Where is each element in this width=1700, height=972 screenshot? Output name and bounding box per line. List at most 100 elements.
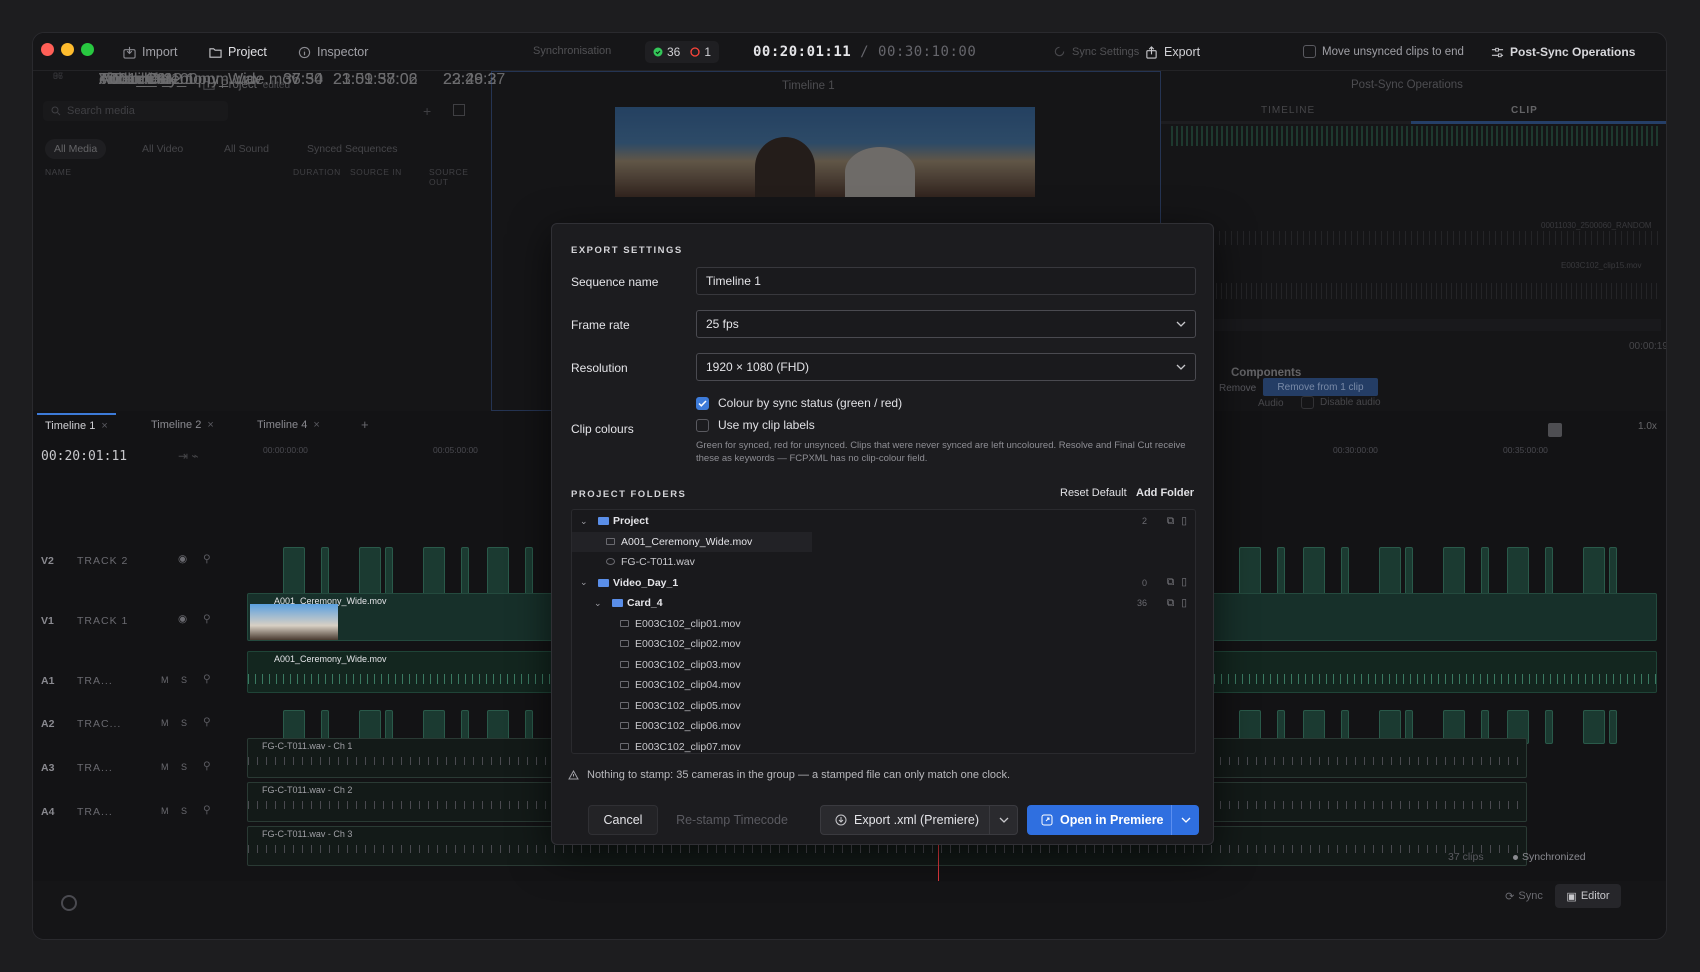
clip-block[interactable] [487, 547, 509, 595]
reset-default-button[interactable]: Reset Default [1060, 487, 1127, 499]
project-tab-button[interactable]: Project [209, 45, 267, 59]
move-unsynced-checkbox[interactable] [1303, 45, 1316, 58]
tree-row[interactable]: E003C102_clip02.mov [572, 634, 1195, 654]
tab-timeline[interactable]: TIMELINE [1261, 105, 1315, 116]
mute-button[interactable]: M [161, 806, 169, 816]
tree-row[interactable]: E003C102_clip01.mov [572, 614, 1195, 634]
clip-block[interactable] [1545, 547, 1553, 595]
filter-all-video[interactable]: All Video [133, 139, 192, 159]
link-icon[interactable]: ⚲ [203, 673, 211, 685]
clip-block[interactable] [1609, 710, 1617, 744]
inspector-button[interactable]: Inspector [298, 45, 368, 59]
move-folder-icon[interactable]: ⧉ [1167, 597, 1175, 610]
chevron-down-icon[interactable]: ⌄ [580, 516, 588, 527]
tree-row[interactable]: E003C102_clip07.mov [572, 737, 1195, 754]
delete-folder-icon[interactable]: ▯ [1181, 576, 1187, 589]
mute-button[interactable]: M [161, 675, 169, 685]
filter-all-media[interactable]: All Media [45, 139, 107, 159]
clip-block[interactable] [1341, 547, 1349, 595]
clip-block[interactable] [283, 547, 305, 595]
eye-icon[interactable]: ◉ [178, 553, 187, 565]
timeline-tab[interactable]: Timeline 4 × [249, 413, 328, 437]
add-folder-button[interactable]: Add Folder [1136, 487, 1194, 499]
mute-button[interactable]: M [161, 762, 169, 772]
delete-folder-icon[interactable]: ▯ [1181, 597, 1187, 610]
open-in-premiere-button[interactable]: Open in Premiere [1027, 805, 1199, 835]
tree-row[interactable]: A001_Ceremony_Wide.mov [572, 531, 812, 552]
export-xml-menu-button[interactable] [989, 806, 1017, 834]
export-button[interactable]: Export [1145, 45, 1200, 59]
add-timeline-tab-button[interactable]: + [361, 417, 369, 432]
open-in-premiere-menu-button[interactable] [1171, 805, 1199, 835]
chevron-down-icon[interactable]: ⌄ [594, 598, 602, 609]
colour-by-sync-checkbox[interactable] [696, 396, 709, 410]
timeline-tab[interactable]: Timeline 1 × [37, 413, 116, 437]
sync-settings-button[interactable]: Sync Settings [1053, 45, 1139, 58]
tree-row[interactable]: ⌄ Video_Day_1 0 ⧉ ▯ [572, 573, 1195, 593]
media-search-input[interactable]: Search media [43, 101, 228, 121]
col-duration[interactable]: DURATION [293, 167, 341, 177]
zoom-window-button[interactable] [81, 43, 94, 56]
scrubber-bar[interactable] [1171, 319, 1661, 331]
clip-block[interactable] [1545, 710, 1553, 744]
clip-block[interactable] [525, 547, 533, 595]
clip-block[interactable] [1583, 547, 1605, 595]
chevron-down-icon[interactable]: ⌄ [580, 577, 588, 588]
sync-mode-button[interactable]: ⟳ Sync [1495, 884, 1553, 908]
move-folder-icon[interactable]: ⧉ [1167, 515, 1175, 528]
filter-all-sound[interactable]: All Sound [215, 139, 278, 159]
post-sync-button[interactable]: Post-Sync Operations [1491, 45, 1635, 59]
zoom-slider-thumb[interactable] [1548, 423, 1562, 437]
solo-button[interactable]: S [181, 718, 187, 728]
tab-close-icon[interactable]: × [207, 419, 213, 431]
tree-row[interactable]: E003C102_clip06.mov [572, 716, 1195, 736]
solo-button[interactable]: S [181, 762, 187, 772]
use-clip-labels-option[interactable]: Use my clip labels [696, 418, 815, 432]
solo-button[interactable]: S [181, 806, 187, 816]
disable-audio-toggle[interactable]: Disable audio [1301, 396, 1381, 409]
link-icon[interactable]: ⚲ [203, 804, 211, 816]
clip-block[interactable] [1507, 547, 1529, 595]
tab-clip[interactable]: CLIP [1511, 105, 1538, 116]
clip-block[interactable] [385, 547, 393, 595]
tree-row[interactable]: ⌄ Card_4 36 ⧉ ▯ [572, 593, 1195, 613]
resolution-select[interactable]: 1920 × 1080 (FHD) [696, 353, 1196, 381]
tree-row[interactable]: ⌄ Project 2 ⧉ ▯ [572, 511, 1195, 531]
tree-row[interactable]: E003C102_clip03.mov [572, 655, 1195, 675]
move-unsynced-toggle[interactable]: Move unsynced clips to end [1303, 45, 1464, 58]
colour-by-sync-option[interactable]: Colour by sync status (green / red) [696, 396, 902, 410]
use-clip-labels-checkbox[interactable] [696, 418, 709, 432]
clip-block[interactable] [1277, 547, 1285, 595]
link-icon[interactable]: ⚲ [203, 760, 211, 772]
grid-view-icon[interactable] [453, 104, 465, 116]
clip-block[interactable] [1405, 547, 1413, 595]
clip-block[interactable] [1379, 547, 1401, 595]
export-xml-button[interactable]: Export .xml (Premiere) [820, 805, 1018, 835]
settings-gear-icon[interactable] [61, 895, 77, 911]
sync-count-pill[interactable]: 36 1 [645, 41, 720, 63]
cancel-button[interactable]: Cancel [588, 805, 658, 835]
clip-block[interactable] [1481, 547, 1489, 595]
clip-block[interactable] [1609, 547, 1617, 595]
move-folder-icon[interactable]: ⧉ [1167, 576, 1175, 589]
clip-block[interactable] [1303, 547, 1325, 595]
add-media-button[interactable]: + [423, 103, 431, 119]
col-name[interactable]: NAME [45, 167, 72, 177]
disable-audio-checkbox[interactable] [1301, 396, 1314, 409]
link-icon[interactable]: ⚲ [203, 716, 211, 728]
mute-button[interactable]: M [161, 718, 169, 728]
timeline-tab[interactable]: Timeline 2 × [143, 413, 222, 437]
tab-close-icon[interactable]: × [101, 420, 107, 432]
link-icon[interactable]: ⚲ [203, 613, 211, 625]
clip-block[interactable] [1583, 710, 1605, 744]
link-icon[interactable]: ⚲ [203, 553, 211, 565]
delete-folder-icon[interactable]: ▯ [1181, 515, 1187, 528]
col-source-in[interactable]: SOURCE IN [350, 167, 402, 177]
tree-row[interactable]: FG-C-T011.wav [572, 552, 1195, 572]
tab-close-icon[interactable]: × [313, 419, 319, 431]
clip-block[interactable] [423, 547, 445, 595]
viewer-title[interactable]: Timeline 1 [782, 80, 835, 92]
frame-rate-select[interactable]: 25 fps [696, 310, 1196, 338]
remove-from-clip-button[interactable]: Remove from 1 clip [1263, 378, 1378, 396]
tree-row[interactable]: E003C102_clip04.mov [572, 675, 1195, 695]
